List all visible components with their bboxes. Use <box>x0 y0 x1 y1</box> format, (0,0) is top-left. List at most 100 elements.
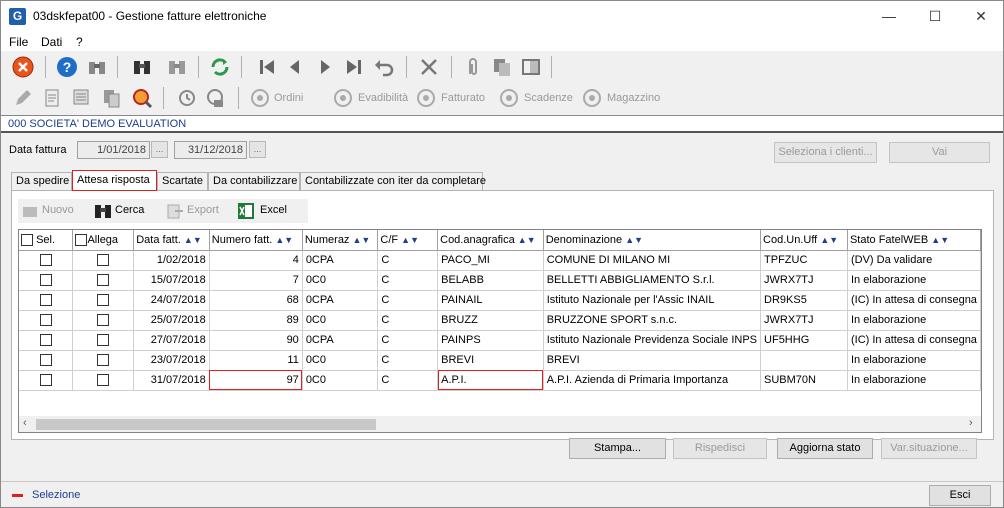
denominazione-cell[interactable]: BELLETTI ABBIGLIAMENTO S.r.l. <box>543 270 762 291</box>
table-row[interactable]: 23/07/2018 11 0C0 C BREVI BREVI In elaborazion… <box>19 350 981 371</box>
stato-cell[interactable]: In elaborazione <box>847 370 981 391</box>
numeraz-cell[interactable]: 0C0 <box>302 370 379 391</box>
export-button[interactable]: Export <box>187 204 219 216</box>
tab-scartate[interactable]: Scartate <box>157 172 208 191</box>
denominazione-cell[interactable]: COMUNE DI MILANO MI <box>543 250 762 271</box>
codanag-cell[interactable]: PACO_MI <box>437 250 544 271</box>
number-cell[interactable]: 11 <box>209 350 303 371</box>
number-cell[interactable]: 68 <box>209 290 303 311</box>
search-person-icon[interactable] <box>131 87 153 109</box>
scadenze-label[interactable]: Scadenze <box>524 92 573 104</box>
row-attach-checkbox[interactable] <box>97 274 110 287</box>
refresh-icon[interactable] <box>209 56 231 78</box>
row-select-cell[interactable] <box>19 310 74 331</box>
date-from-picker-button[interactable]: ... <box>151 141 168 158</box>
attach-icon[interactable] <box>462 56 484 78</box>
cf-cell[interactable]: C <box>377 370 439 391</box>
table-row[interactable]: 24/07/2018 68 0CPA C PAINAIL Istituto Naziona… <box>19 290 981 311</box>
excel-button[interactable]: Excel <box>260 204 287 216</box>
row-attach-cell[interactable] <box>72 290 135 311</box>
table-row[interactable]: 15/07/2018 7 0C0 C BELABB BELLETTI ABBIGLIAME… <box>19 270 981 291</box>
date-cell[interactable]: 23/07/2018 <box>133 350 210 371</box>
numeraz-cell[interactable]: 0C0 <box>302 270 379 291</box>
history-icon[interactable] <box>175 87 197 109</box>
date-to-picker-button[interactable]: ... <box>249 141 266 158</box>
row-select-checkbox[interactable] <box>39 274 52 287</box>
search-button[interactable]: Cerca <box>115 204 144 216</box>
row-attach-checkbox[interactable] <box>97 354 110 367</box>
codanag-cell[interactable]: BREVI <box>437 350 544 371</box>
magazzino-icon[interactable] <box>581 87 603 109</box>
row-select-cell[interactable] <box>19 250 74 271</box>
previous-record-icon[interactable] <box>284 56 306 78</box>
row-select-cell[interactable] <box>19 350 74 371</box>
numeraz-cell[interactable]: 0CPA <box>302 330 379 351</box>
tab-attesa-risposta[interactable]: Attesa risposta <box>72 170 157 191</box>
go-button[interactable]: Vai <box>889 142 990 163</box>
number-cell[interactable]: 4 <box>209 250 303 271</box>
fatturato-label[interactable]: Fatturato <box>441 92 485 104</box>
row-select-cell[interactable] <box>19 290 74 311</box>
row-select-checkbox[interactable] <box>39 354 52 367</box>
exit-button[interactable]: Esci <box>929 485 991 506</box>
row-select-checkbox[interactable] <box>39 314 52 327</box>
number-cell[interactable]: 97 <box>209 370 303 391</box>
undo-icon[interactable] <box>373 56 395 78</box>
document-icon[interactable] <box>41 87 63 109</box>
stato-cell[interactable]: In elaborazione <box>847 310 981 331</box>
denominazione-cell[interactable]: A.P.I. Azienda di Primaria Importanza <box>543 370 762 391</box>
codanag-cell[interactable]: BRUZZ <box>437 310 544 331</box>
col-numeraz-header[interactable]: Numeraz ▲▼ <box>302 230 379 251</box>
coduff-cell[interactable]: TPFZUC <box>760 250 848 271</box>
exit-icon[interactable] <box>12 56 34 78</box>
row-select-cell[interactable] <box>19 370 74 391</box>
coduff-cell[interactable]: UF5HHG <box>760 330 848 351</box>
date-to-input[interactable]: 31/12/2018 <box>174 141 247 159</box>
row-attach-checkbox[interactable] <box>97 374 110 387</box>
history-person-icon[interactable] <box>204 87 226 109</box>
row-select-cell[interactable] <box>19 330 74 351</box>
col-codanag-header[interactable]: Cod.anagrafica ▲▼ <box>437 230 544 251</box>
numeraz-cell[interactable]: 0CPA <box>302 250 379 271</box>
date-cell[interactable]: 1/02/2018 <box>133 250 210 271</box>
row-select-cell[interactable] <box>19 270 74 291</box>
row-select-checkbox[interactable] <box>39 374 52 387</box>
table-row[interactable]: 31/07/2018 97 0C0 C A.P.I. A.P.I. Azienda di … <box>19 370 981 391</box>
denominazione-cell[interactable]: Istituto Nazionale per l'Assic INAIL <box>543 290 762 311</box>
row-attach-checkbox[interactable] <box>97 334 110 347</box>
codanag-cell[interactable]: PAINPS <box>437 330 544 351</box>
row-attach-cell[interactable] <box>72 270 135 291</box>
numeraz-cell[interactable]: 0C0 <box>302 350 379 371</box>
minimize-button[interactable]: — <box>866 1 912 32</box>
stato-cell[interactable]: (IC) In attesa di consegna <box>847 290 981 311</box>
denominazione-cell[interactable]: BRUZZONE SPORT s.n.c. <box>543 310 762 331</box>
cf-cell[interactable]: C <box>377 270 439 291</box>
resend-button[interactable]: Rispedisci <box>673 438 767 459</box>
numeraz-cell[interactable]: 0CPA <box>302 290 379 311</box>
col-allega-header[interactable]: Allega <box>72 230 135 251</box>
list-document-icon[interactable] <box>71 87 93 109</box>
row-attach-cell[interactable] <box>72 330 135 351</box>
new-button[interactable]: Nuovo <box>42 204 74 216</box>
binoculars-icon[interactable] <box>86 56 108 78</box>
horizontal-scrollbar[interactable]: ‹ › <box>19 416 981 432</box>
col-sel-header[interactable]: Sel. <box>19 230 74 251</box>
scadenze-icon[interactable] <box>498 87 520 109</box>
help-icon[interactable]: ? <box>56 56 78 78</box>
first-record-icon[interactable] <box>256 56 278 78</box>
ordini-icon[interactable] <box>249 87 271 109</box>
row-select-checkbox[interactable] <box>39 254 52 267</box>
edit-pencil-icon[interactable] <box>12 87 34 109</box>
table-row[interactable]: 27/07/2018 90 0CPA C PAINPS Istituto Nazional… <box>19 330 981 351</box>
delete-icon[interactable] <box>418 56 440 78</box>
cf-cell[interactable]: C <box>377 250 439 271</box>
magazzino-label[interactable]: Magazzino <box>607 92 660 104</box>
copy-icon[interactable] <box>491 56 513 78</box>
update-status-button[interactable]: Aggiorna stato <box>777 438 873 459</box>
cf-cell[interactable]: C <box>377 350 439 371</box>
col-stato-header[interactable]: Stato FatelWEB ▲▼ <box>847 230 981 251</box>
maximize-button[interactable]: ☐ <box>912 1 958 32</box>
select-all-checkbox[interactable] <box>21 233 33 246</box>
stato-cell[interactable]: (DV) Da validare <box>847 250 981 271</box>
codanag-cell[interactable]: A.P.I. <box>437 370 544 391</box>
